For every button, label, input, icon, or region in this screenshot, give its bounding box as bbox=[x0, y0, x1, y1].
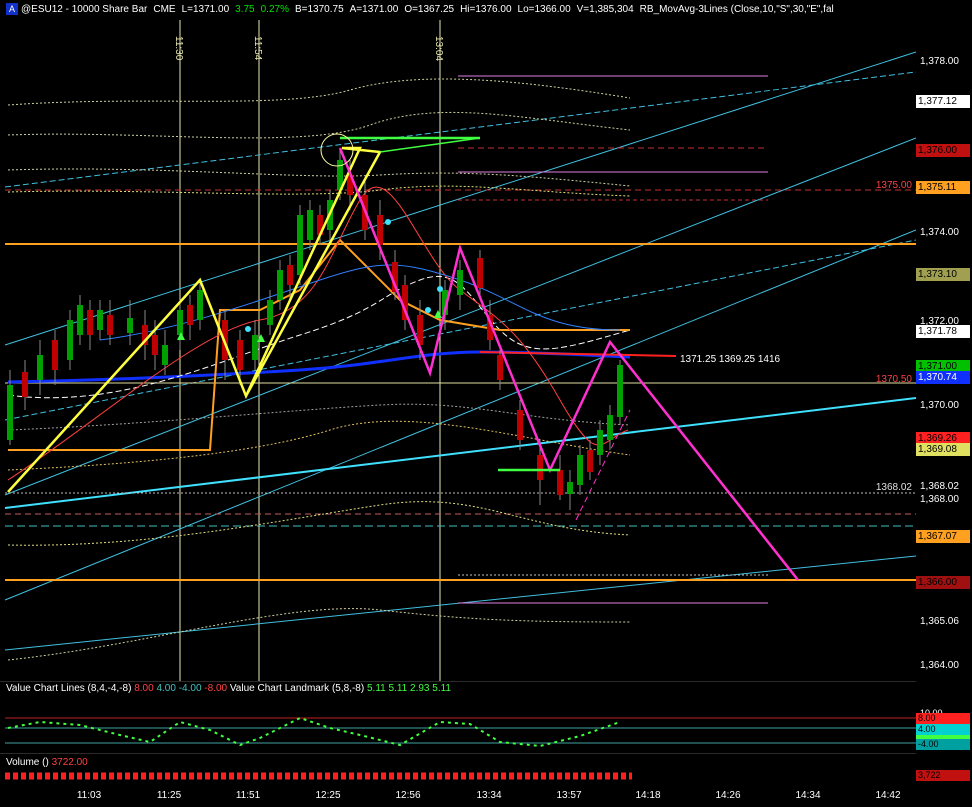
volume-legend: Volume () 3722.00 bbox=[6, 757, 88, 768]
price-tick: 1,364.00 bbox=[920, 660, 959, 671]
exchange-label: CME bbox=[153, 4, 176, 15]
value-chart-legend: Value Chart Lines (8,4,-4,-8) 8.00 4.00 … bbox=[6, 683, 451, 694]
time-tick: 14:26 bbox=[715, 790, 741, 801]
time-tick: 11:03 bbox=[76, 790, 102, 801]
price-tag: 1,366.00 bbox=[916, 576, 970, 589]
volume-panel[interactable] bbox=[0, 753, 916, 787]
price-tick: 1,368.02 bbox=[920, 481, 959, 492]
price-tick: 1,370.00 bbox=[920, 400, 959, 411]
volume-current: 3722.00 bbox=[51, 757, 88, 768]
landmark-value: 5.11 bbox=[388, 683, 408, 694]
price-tag: 1,367.07 bbox=[916, 530, 970, 543]
level-label: 1368.02 bbox=[876, 482, 913, 493]
value-chart-v3: -4.00 bbox=[178, 683, 202, 694]
level-label: 1375.00 bbox=[876, 180, 913, 191]
time-tick: 13:57 bbox=[556, 790, 582, 801]
value-chart-v4: -8.00 bbox=[204, 683, 228, 694]
symbol-label: @ESU12 - 10000 Share Bar bbox=[21, 4, 148, 15]
time-marker-label: 11:30 bbox=[173, 36, 184, 61]
quote-bar: A @ESU12 - 10000 Share Bar CME L=1371.00 3.7… bbox=[0, 0, 972, 21]
price-tag: 1,377.12 bbox=[916, 95, 970, 108]
volume-value: V=1,385,304 bbox=[576, 4, 634, 15]
price-tag: 1,370.74 bbox=[916, 371, 970, 384]
landmark-value: 2.93 bbox=[410, 683, 430, 694]
time-marker-label: 11:54 bbox=[252, 36, 263, 61]
net-change-pct: 0.27% bbox=[260, 4, 289, 15]
volume-axis-tag: 3,722 bbox=[916, 770, 970, 781]
price-tag: 1,371.78 bbox=[916, 325, 970, 338]
last-price: L=1371.00 bbox=[181, 4, 230, 15]
time-axis[interactable]: 11:03 11:25 11:51 12:25 12:56 13:34 13:5… bbox=[0, 787, 916, 807]
time-tick: 14:42 bbox=[875, 790, 901, 801]
value-axis-tag: 4.00 bbox=[916, 724, 970, 735]
time-tick: 11:51 bbox=[235, 790, 261, 801]
value-axis-tag: 8.00 bbox=[916, 713, 970, 724]
price-tick: 1,368.00 bbox=[920, 494, 959, 505]
price-axis[interactable]: 1,378.00 1,377.12 1,376.00 1,375.11 1,37… bbox=[916, 20, 972, 787]
ask-price: A=1371.00 bbox=[349, 4, 399, 15]
value-chart-landmark: Value Chart Landmark (5,8,-8) bbox=[229, 683, 365, 694]
volume-name: Volume () bbox=[6, 757, 49, 768]
level-label: 1370.50 bbox=[876, 374, 913, 385]
time-tick: 11:25 bbox=[156, 790, 182, 801]
price-chart[interactable]: 11:30 11:54 13:04 1375.00 1370.50 1368.0… bbox=[0, 20, 916, 681]
high-price: Hi=1376.00 bbox=[460, 4, 512, 15]
time-tick: 13:34 bbox=[476, 790, 502, 801]
low-price: Lo=1366.00 bbox=[517, 4, 571, 15]
bid-price: B=1370.75 bbox=[294, 4, 344, 15]
price-tag: 1,369.08 bbox=[916, 443, 970, 456]
time-tick: 12:25 bbox=[315, 790, 341, 801]
time-tick: 14:34 bbox=[795, 790, 821, 801]
signal-dot bbox=[425, 307, 431, 313]
study-name: RB_MovAvg-3Lines (Close,10,"S",30,"E",fa… bbox=[639, 4, 834, 15]
open-price: O=1367.25 bbox=[404, 4, 455, 15]
info-text: 1371.25 1369.25 1416 bbox=[680, 354, 781, 365]
net-change: 3.75 bbox=[235, 4, 255, 15]
signal-dot bbox=[437, 286, 443, 292]
price-tag: 1,375.11 bbox=[916, 181, 970, 194]
price-tick: 1,378.00 bbox=[920, 56, 959, 67]
time-tick: 14:18 bbox=[635, 790, 661, 801]
value-axis-tag: -4.00 bbox=[916, 739, 970, 750]
value-chart-name: Value Chart Lines (8,4,-4,-8) bbox=[6, 683, 132, 694]
time-marker-label: 13:04 bbox=[433, 36, 444, 61]
value-chart-v2: 4.00 bbox=[156, 683, 176, 694]
price-tag: 1,373.10 bbox=[916, 268, 970, 281]
price-tag: 1,376.00 bbox=[916, 144, 970, 157]
time-tick: 12:56 bbox=[395, 790, 421, 801]
signal-dot bbox=[385, 219, 391, 225]
price-tick: 1,374.00 bbox=[920, 227, 959, 238]
price-tick: 1,365.06 bbox=[920, 616, 959, 627]
signal-dot bbox=[245, 326, 251, 332]
landmark-value: 5.11 bbox=[366, 683, 386, 694]
chart-analysis-tag[interactable]: A bbox=[6, 3, 18, 16]
landmark-value: 5.11 bbox=[432, 683, 451, 694]
value-chart-v1: 8.00 bbox=[134, 683, 154, 694]
